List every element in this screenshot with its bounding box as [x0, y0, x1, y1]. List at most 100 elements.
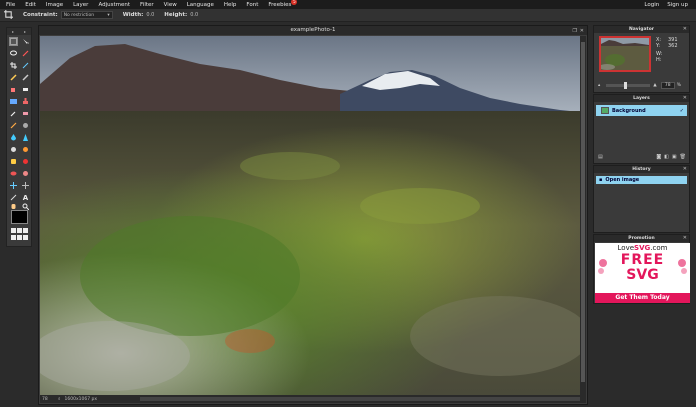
status-size: 1600x1067 px [64, 396, 98, 402]
smudge-tool-icon[interactable] [21, 121, 30, 130]
heal-tool-icon[interactable] [21, 109, 30, 118]
zoom-unit: % [676, 82, 682, 88]
wand-tool-icon[interactable] [21, 49, 30, 58]
menu-adjustment[interactable]: Adjustment [98, 2, 130, 8]
burn-tool-icon[interactable] [21, 145, 30, 154]
toolbox-collapse-icon[interactable]: ▸ [12, 29, 14, 34]
constraint-value: No restriction [63, 12, 95, 18]
dodge-tool-icon[interactable] [9, 145, 18, 154]
photo-canvas[interactable] [40, 36, 580, 396]
status-zoom[interactable]: 78 [42, 397, 54, 402]
red-eye-tool-icon[interactable] [21, 157, 30, 166]
navigator-close-icon[interactable]: ✕ [683, 26, 687, 33]
navigator-zoom: ▴ ▲ 78 % [598, 81, 688, 89]
menu-view[interactable]: View [164, 2, 177, 8]
pinch-tool-icon[interactable] [9, 181, 18, 190]
menu-layer[interactable]: Layer [73, 2, 88, 8]
canvas-window: examplePhoto-1 ❐ ✕ 78 ⌕ 1600x1067 px [38, 25, 588, 405]
toolbox-header: ▸ ▸ [7, 28, 31, 35]
restore-icon[interactable]: ❐ [573, 27, 577, 36]
menu-edit[interactable]: Edit [25, 2, 36, 8]
menu-file[interactable]: File [6, 2, 15, 8]
width-label: Width: [122, 12, 144, 18]
drop-tool-icon[interactable] [9, 133, 18, 142]
zoom-in-icon[interactable]: ▲ [653, 83, 656, 88]
close-icon[interactable]: ✕ [580, 27, 584, 36]
promo-banner[interactable]: LoveSVG.com FREE SVG Get Them Today [595, 243, 690, 303]
zoom-slider-knob[interactable] [624, 81, 628, 89]
brush-tool-icon[interactable] [21, 73, 30, 82]
horizontal-scrollbar[interactable] [140, 397, 580, 401]
pen-tool-icon[interactable] [9, 121, 18, 130]
history-item[interactable]: ▪ Open image [596, 176, 687, 184]
promo-brand: LoveSVG.com [617, 244, 668, 252]
layer-row[interactable]: Background ✓ [596, 105, 687, 116]
type-tool-icon[interactable]: A [21, 193, 30, 202]
toolbox-expand-icon[interactable]: ▸ [24, 29, 26, 34]
canvas-statusbar: 78 ⌕ 1600x1067 px [40, 395, 586, 403]
shape-tool-icon[interactable] [21, 181, 30, 190]
history-item-label: Open image [605, 177, 640, 183]
signup-link[interactable]: Sign up [667, 2, 688, 8]
navigator-title: Navigator [629, 27, 654, 32]
marquee-tool-icon[interactable] [9, 37, 18, 46]
constraint-label: Constraint: [23, 12, 58, 18]
vertical-scrollbar[interactable] [580, 36, 586, 396]
canvas-title: examplePhoto-1 [290, 27, 336, 33]
eraser-tool-icon[interactable] [21, 85, 30, 94]
pencil-tool-icon[interactable] [9, 73, 18, 82]
menu-language[interactable]: Language [187, 2, 214, 8]
account-links: Login Sign up [644, 2, 696, 8]
menu-freebies[interactable]: Freebies 5 [268, 0, 298, 8]
layers-close-icon[interactable]: ✕ [683, 95, 687, 102]
navigator-info: X: 391 Y: 362 W: H: [656, 37, 678, 63]
width-field[interactable]: 0.0 [146, 12, 154, 18]
bucket-tool-icon[interactable] [9, 85, 18, 94]
delete-layer-icon[interactable]: 🗑 [680, 154, 686, 160]
freebies-badge: 5 [291, 0, 298, 5]
picker-tool-icon[interactable] [9, 109, 18, 118]
slice-tool-icon[interactable] [21, 61, 30, 70]
stamp-tool-icon[interactable] [21, 97, 30, 106]
sponge-tool-icon[interactable] [9, 157, 18, 166]
history-title: History [632, 167, 651, 172]
menu-filter[interactable]: Filter [140, 2, 154, 8]
line-tool-icon[interactable] [9, 193, 18, 202]
promo-cta-button[interactable]: Get Them Today [595, 293, 690, 303]
promo-subheadline: SVG [626, 267, 659, 283]
canvas-titlebar: examplePhoto-1 ❐ ✕ [39, 26, 587, 35]
navigator-thumbnail[interactable] [599, 36, 651, 72]
zoom-input[interactable]: 78 [660, 81, 675, 89]
zoom-slider[interactable] [606, 81, 651, 89]
layout-grid-icon[interactable] [11, 228, 29, 240]
lock-icon[interactable]: ✓ [680, 108, 684, 114]
menu-font[interactable]: Font [246, 2, 258, 8]
history-close-icon[interactable]: ✕ [683, 166, 687, 173]
move-tool-icon[interactable] [21, 37, 30, 46]
options-bar: Constraint: No restriction ▾ Width: 0.0 … [0, 9, 696, 22]
login-link[interactable]: Login [644, 2, 659, 8]
layer-style-icon[interactable]: ◧ [664, 154, 669, 160]
crop-tool-icon [4, 9, 13, 21]
sharpen-tool-icon[interactable] [21, 133, 30, 142]
promo-headline: FREE [620, 252, 665, 268]
lasso-tool-icon[interactable] [9, 49, 18, 58]
zoom-out-icon[interactable]: ▴ [598, 83, 600, 88]
menu-image[interactable]: Image [46, 2, 63, 8]
history-panel: History ✕ ▪ Open image [593, 165, 690, 233]
height-label: Height: [164, 12, 188, 18]
gradient-tool-icon[interactable] [9, 97, 18, 106]
nav-h-label: H: [656, 57, 662, 63]
foreground-color-swatch[interactable] [11, 210, 28, 224]
layer-mask-icon[interactable]: ◙ [656, 154, 661, 160]
vertical-scroll-thumb[interactable] [581, 42, 585, 382]
bloat-tool-icon[interactable] [21, 169, 30, 178]
constraint-select[interactable]: No restriction ▾ [60, 11, 113, 19]
promotion-close-icon[interactable]: ✕ [683, 235, 687, 242]
new-layer-icon[interactable]: ▣ [672, 154, 677, 160]
layer-settings-icon[interactable]: ▤ [598, 154, 603, 160]
crop-icon[interactable] [9, 61, 18, 70]
height-field[interactable]: 0.0 [190, 12, 198, 18]
color-replace-tool-icon[interactable] [9, 169, 18, 178]
menu-help[interactable]: Help [224, 2, 237, 8]
